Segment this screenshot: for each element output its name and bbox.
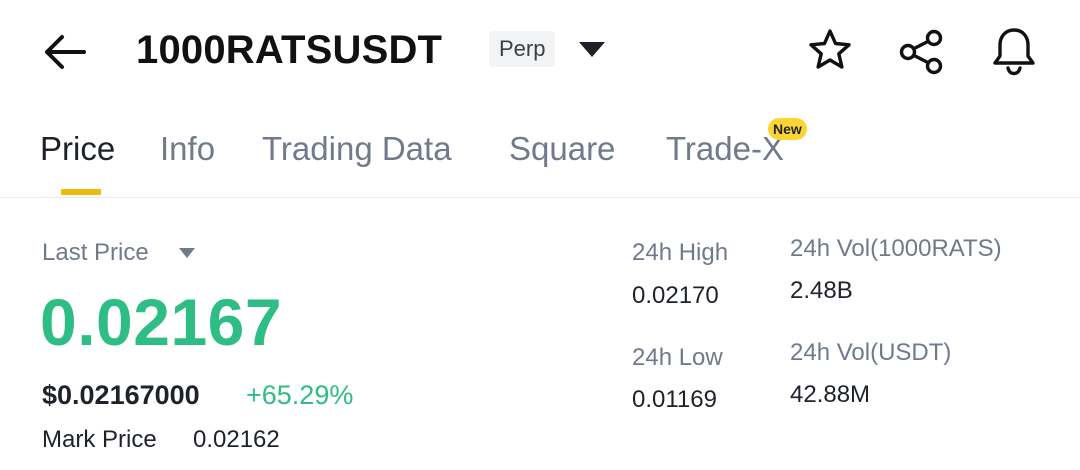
- tab-info[interactable]: Info: [160, 128, 215, 170]
- tab-price[interactable]: Price: [40, 128, 115, 170]
- symbol-title[interactable]: 1000RATSUSDT: [136, 24, 442, 76]
- vol-base-label: 24h Vol(1000RATS): [790, 235, 1002, 262]
- mark-price-value: 0.02162: [193, 426, 280, 453]
- vol-base-value: 2.48B: [790, 277, 853, 304]
- bell-icon[interactable]: [988, 24, 1040, 78]
- high-24h-label: 24h High: [632, 239, 729, 266]
- usd-price-value: $0.02167000: [42, 380, 200, 410]
- vol-quote-value: 42.88M: [790, 381, 871, 408]
- low-24h-label: 24h Low: [632, 344, 723, 371]
- caret-down-icon[interactable]: [178, 246, 196, 260]
- star-icon[interactable]: [806, 26, 854, 74]
- mark-price-label: Mark Price: [42, 426, 157, 453]
- share-icon[interactable]: [896, 26, 948, 78]
- back-arrow-icon[interactable]: [40, 30, 90, 74]
- price-change-percent: +65.29%: [246, 380, 354, 410]
- contract-type-badge: Perp: [489, 31, 556, 67]
- new-badge: New: [768, 118, 807, 140]
- tab-trading-data[interactable]: Trading Data: [262, 128, 452, 170]
- high-24h-value: 0.02170: [632, 282, 719, 309]
- active-tab-indicator: [61, 189, 101, 195]
- vol-quote-label: 24h Vol(USDT): [790, 339, 952, 366]
- tab-square[interactable]: Square: [509, 128, 615, 170]
- tab-trade-x[interactable]: Trade-X: [666, 128, 784, 170]
- low-24h-value: 0.01169: [632, 386, 717, 413]
- caret-down-icon[interactable]: [576, 38, 608, 62]
- tabs-divider: [0, 197, 1080, 198]
- last-price-label[interactable]: Last Price: [42, 238, 149, 268]
- last-price-value: 0.02167: [40, 285, 283, 359]
